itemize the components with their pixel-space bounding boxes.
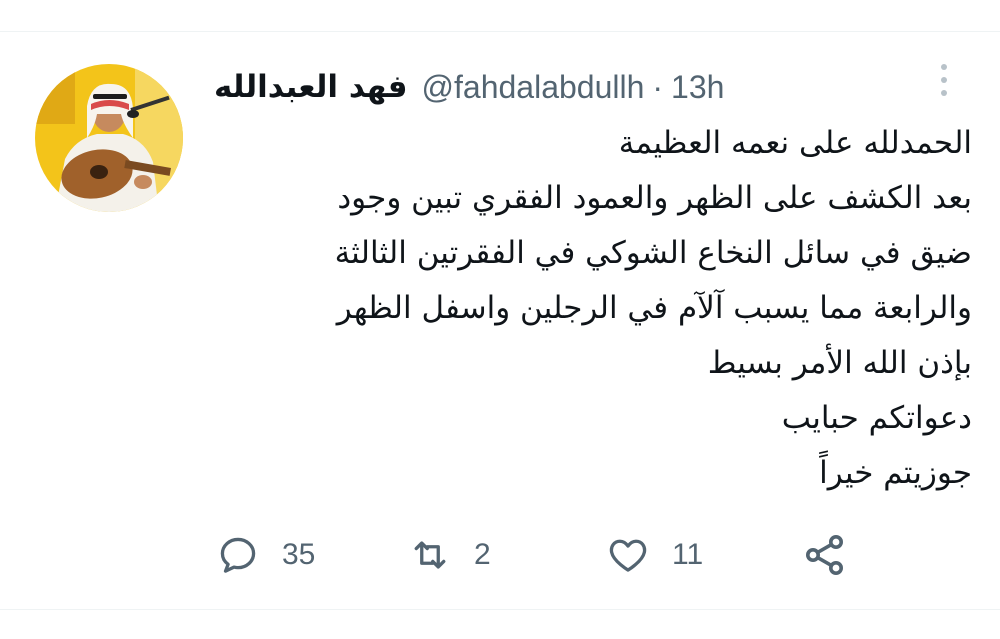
retweet-count: 2 [474, 538, 491, 571]
timestamp[interactable]: 13h [671, 69, 724, 106]
separator-dot: · [652, 68, 664, 105]
divider [0, 609, 1000, 610]
tweet-text-line: بعد الكشف على الظهر والعمود الفقري تبين … [337, 180, 972, 216]
tweet-text-line: جوزيتم خيراً [819, 455, 972, 491]
tweet-text-line: بإذن الله الأمر بسيط [707, 345, 972, 381]
retweet-icon [414, 541, 446, 569]
reply-button[interactable]: 35 [216, 530, 315, 580]
tweet-text-line: الحمدلله على نعمه العظيمة [618, 125, 972, 161]
retweet-button[interactable]: 2 [408, 530, 491, 580]
reply-icon [220, 537, 256, 573]
like-button[interactable]: 11 [606, 530, 703, 580]
share-icon [806, 535, 843, 575]
tweet-text: الحمدلله على نعمه العظيمة بعد الكشف على … [214, 116, 972, 501]
reply-count: 35 [282, 538, 316, 571]
tweet-text-line: ضيق في سائل النخاع الشوكي في الفقرتين ال… [334, 235, 972, 271]
tweet-text-line: والرابعة مما يسبب آلآم في الرجلين واسفل … [336, 290, 972, 326]
more-button[interactable] [932, 64, 956, 104]
display-name[interactable]: فهد العبدالله [214, 69, 408, 105]
action-bar: 35 2 11 [0, 530, 1000, 580]
more-icon [932, 64, 956, 96]
tweet-header: فهد العبدالله @fahdalabdullh · 13h [214, 62, 724, 112]
tweet-text-line: دعواتكم حبايب [781, 400, 972, 436]
avatar-image [35, 64, 183, 212]
share-button[interactable] [801, 530, 849, 580]
heart-icon [609, 539, 647, 572]
user-handle[interactable]: @fahdalabdullh [422, 69, 645, 106]
avatar[interactable] [35, 64, 183, 212]
tweet-card[interactable]: فهد العبدالله @fahdalabdullh · 13h الحمد… [0, 0, 1000, 639]
divider [0, 31, 1000, 32]
like-count: 11 [672, 538, 704, 571]
